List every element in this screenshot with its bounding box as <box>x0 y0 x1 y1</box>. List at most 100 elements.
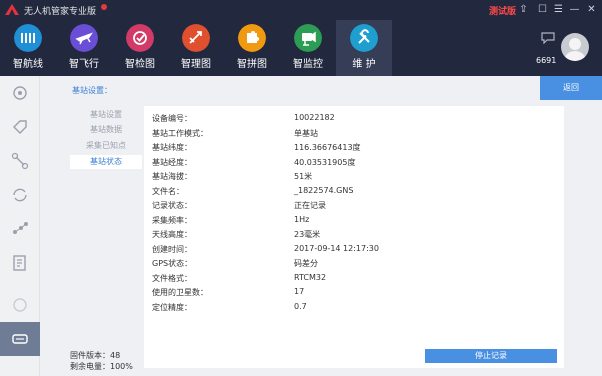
battery-level: 剩余电量：100% <box>70 362 133 371</box>
sidebar-item-base-station[interactable] <box>0 322 40 356</box>
avatar[interactable] <box>561 33 589 61</box>
status-row: 基站工作模式： 单基站 <box>152 128 552 143</box>
nav-item-monitor[interactable]: 智监控 <box>280 20 336 76</box>
back-button[interactable]: 返回 <box>540 76 602 100</box>
user-id: 6691 <box>536 56 557 65</box>
process-image-icon <box>182 24 210 52</box>
route-points-icon <box>13 222 28 234</box>
monitor-icon <box>294 24 322 52</box>
message-icon[interactable] <box>541 32 555 44</box>
nav-label: 维 护 <box>352 59 376 70</box>
status-label: 基站海拔： <box>152 172 192 181</box>
app-title: 无人机管家专业版 <box>24 7 97 17</box>
status-row: 文件名： _1822574.GNS <box>152 186 552 201</box>
minimize-icon[interactable]: — <box>568 3 581 16</box>
sidebar-item-document[interactable] <box>0 246 40 280</box>
sidebar-item-gps[interactable] <box>0 76 40 110</box>
status-label: 创建时间： <box>152 244 192 254</box>
submenu-base-settings[interactable]: 基站设置 <box>70 108 142 122</box>
submenu-collect-known-point[interactable]: 采集已知点 <box>70 139 142 153</box>
maintenance-icon <box>350 24 378 52</box>
nav-item-flight[interactable]: 智飞行 <box>56 20 112 76</box>
status-row: 基站海拔： 51米 <box>152 171 552 186</box>
menu-icon[interactable]: ☰ <box>552 3 565 16</box>
breadcrumb: 基站设置： <box>72 86 112 95</box>
status-label: 基站经度： <box>152 157 192 167</box>
status-value: 10022182 <box>294 113 335 122</box>
status-row: 记录状态： 正在记录 <box>152 200 552 215</box>
status-value: 1Hz <box>294 214 310 224</box>
status-value: 2017-09-14 12:17:30 <box>294 243 379 253</box>
submenu-base-status[interactable]: 基站状态 <box>70 155 142 169</box>
drone-icon <box>70 24 98 52</box>
status-label: 文件名： <box>152 186 184 196</box>
route-icon <box>14 24 42 52</box>
drone-plane-icon <box>11 152 29 170</box>
nav-item-check-image[interactable]: 智检图 <box>112 20 168 76</box>
nav-label: 智监控 <box>293 59 323 70</box>
status-row: 设备编号： 10022182 <box>152 113 552 128</box>
main-nav: 智航线 智飞行 智检图 智理图 智拼图 智监控 维 护 6691 <box>0 20 602 76</box>
status-value: 116.36676413度 <box>294 143 361 152</box>
camera-icon <box>13 298 27 312</box>
status-label: 定位精度： <box>152 302 192 312</box>
sidebar-item-drone[interactable] <box>0 144 40 178</box>
status-value: 51米 <box>294 172 313 181</box>
status-value: 40.03531905度 <box>294 157 356 167</box>
nav-label: 智理图 <box>181 59 211 70</box>
stop-recording-button[interactable]: 停止记录 <box>425 349 557 363</box>
status-row: 采集频率： 1Hz <box>152 215 552 230</box>
status-label: 记录状态： <box>152 201 192 210</box>
nav-label: 智检图 <box>125 59 155 70</box>
submenu-base-data[interactable]: 基站数据 <box>70 123 142 137</box>
status-row: 天线高度： 23毫米 <box>152 229 552 244</box>
check-image-icon <box>126 24 154 52</box>
status-value: 单基站 <box>294 128 318 138</box>
sidebar-item-tag[interactable] <box>0 110 40 144</box>
status-label: 设备编号： <box>152 114 192 123</box>
skin-icon[interactable]: ☐ <box>536 3 549 16</box>
base-station-icon <box>12 334 28 344</box>
status-value: 正在记录 <box>294 201 326 210</box>
status-row: 使用的卫星数： 17 <box>152 287 552 302</box>
nav-item-maintenance[interactable]: 维 护 <box>336 20 392 76</box>
nav-label: 智航线 <box>13 59 43 70</box>
nav-label: 智飞行 <box>69 59 99 70</box>
puzzle-icon <box>238 24 266 52</box>
nav-item-process-image[interactable]: 智理图 <box>168 20 224 76</box>
sync-icon <box>13 188 27 202</box>
status-row: GPS状态： 码差分 <box>152 258 552 273</box>
status-row: 文件格式： RTCM32 <box>152 273 552 288</box>
status-value: 码差分 <box>294 259 318 268</box>
status-row: 定位精度： 0.7 <box>152 302 552 317</box>
base-status-panel: 设备编号： 10022182 基站工作模式： 单基站 基站纬度： 116.366… <box>144 106 564 368</box>
nav-item-route[interactable]: 智航线 <box>0 20 56 76</box>
status-label: 天线高度： <box>152 230 192 239</box>
sidebar-item-camera[interactable] <box>0 288 40 322</box>
status-label: 基站工作模式： <box>152 128 208 138</box>
status-label: 基站纬度： <box>152 143 192 152</box>
status-label: 采集频率： <box>152 215 192 225</box>
firmware-version: 固件版本：48 <box>70 351 121 360</box>
nav-label: 智拼图 <box>237 59 267 70</box>
sidebar-item-sync[interactable] <box>0 178 40 212</box>
sidebar-item-route-points[interactable] <box>0 212 40 246</box>
status-value: RTCM32 <box>294 272 327 282</box>
document-icon <box>13 255 26 271</box>
upload-icon[interactable]: ⇪ <box>517 3 530 16</box>
tag-icon <box>13 120 27 134</box>
close-icon[interactable]: ✕ <box>585 3 598 16</box>
app-logo-icon <box>5 4 19 15</box>
status-label: 文件格式： <box>152 273 192 283</box>
test-version-label: 测试版 <box>489 7 517 17</box>
notification-badge <box>101 4 107 10</box>
status-row: 创建时间： 2017-09-14 12:17:30 <box>152 244 552 259</box>
sidebar <box>0 76 40 376</box>
status-label: 使用的卫星数： <box>152 288 208 297</box>
user-avatar-icon <box>564 38 586 61</box>
status-label: GPS状态： <box>152 259 193 268</box>
nav-item-puzzle[interactable]: 智拼图 <box>224 20 280 76</box>
status-row: 基站纬度： 116.36676413度 <box>152 142 552 157</box>
title-bar: 无人机管家专业版 测试版 ⇪ ☐ ☰ — ✕ <box>0 0 602 20</box>
gps-icon <box>13 86 27 100</box>
